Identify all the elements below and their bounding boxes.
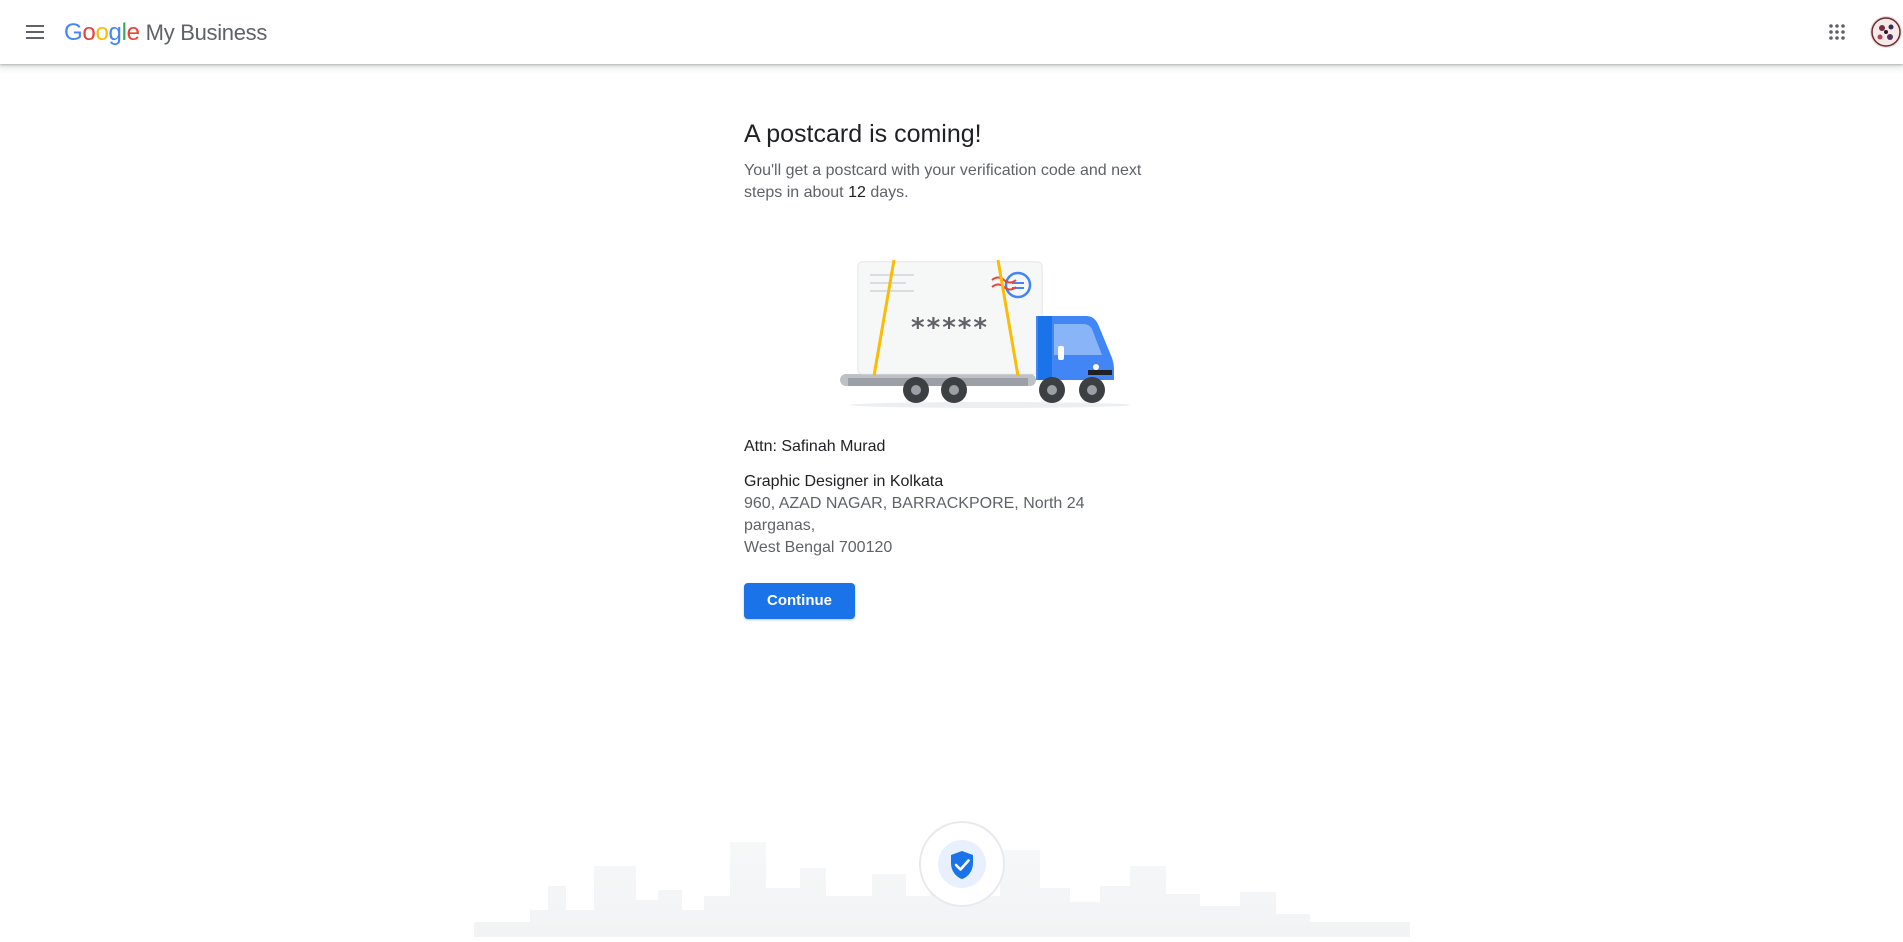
address-line-2: West Bengal 700120 [744,539,893,556]
business-name: Graphic Designer in Kolkata [744,473,944,490]
verified-shield-icon [949,850,975,880]
address-line-1: 960, AZAD NAGAR, BARRACKPORE, North 24 p… [744,495,1085,534]
user-avatar[interactable] [1870,16,1902,48]
top-app-bar: Google My Business [0,0,1903,64]
apps-grid-icon[interactable] [1822,17,1852,47]
postcard-eta-text: You'll get a postcard with your verifica… [744,162,1142,201]
hamburger-menu-icon[interactable] [20,17,50,47]
page-title: A postcard is coming! [744,120,982,148]
postcard-code-mask: ***** [911,313,989,343]
google-wordmark: Google [64,19,140,46]
delivery-truck-illustration: ***** [840,250,1140,410]
attention-recipient: Attn: Safinah Murad [744,438,886,455]
business-address: 960, AZAD NAGAR, BARRACKPORE, North 24 p… [744,493,1154,559]
google-my-business-logo[interactable]: Google My Business [64,19,267,47]
continue-button[interactable]: Continue [744,583,855,619]
product-name: My Business [145,20,268,45]
city-skyline-decoration [0,810,1903,937]
days-count: 12 [848,184,866,201]
verification-confirmation-panel: A postcard is coming! You'll get a postc… [744,118,1154,619]
